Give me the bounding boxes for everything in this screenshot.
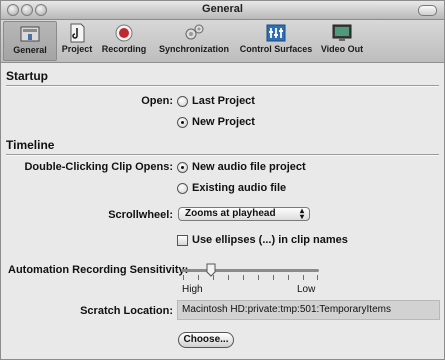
record-icon — [115, 24, 133, 42]
timeline-heading: Timeline — [6, 138, 55, 152]
tab-control-surfaces[interactable]: Control Surfaces — [236, 21, 316, 61]
video-out-icon — [332, 24, 352, 41]
project-icon — [70, 23, 85, 43]
title-bar[interactable]: General — [1, 1, 444, 20]
sync-icon — [185, 24, 204, 40]
slider-tick — [317, 275, 318, 280]
slider-tick — [273, 275, 274, 280]
control-surfaces-icon — [266, 24, 286, 42]
slider-tick — [183, 275, 184, 280]
slider-tick — [243, 275, 244, 280]
startup-heading: Startup — [6, 69, 48, 83]
open-label: Open: — [141, 95, 173, 107]
tab-synchronization[interactable]: Synchronization — [154, 21, 234, 61]
slider-knob[interactable] — [206, 263, 216, 277]
popup-arrows-icon: ▴ ▾ — [299, 206, 304, 221]
slider-track[interactable] — [181, 269, 319, 272]
window-title: General — [202, 3, 243, 15]
tab-general[interactable]: General — [3, 21, 57, 61]
option-last-project-label: Last Project — [192, 95, 255, 107]
scrollwheel-value: Zooms at playhead — [185, 208, 276, 219]
option-new-project-label: New Project — [192, 116, 255, 128]
double-click-label: Double-Clicking Clip Opens: — [24, 161, 173, 173]
radio-last-project[interactable] — [177, 96, 188, 107]
ellipses-checkbox-label: Use ellipses (...) in clip names — [192, 234, 348, 246]
general-icon — [20, 26, 40, 42]
scrollwheel-label: Scrollwheel: — [108, 209, 173, 221]
option-new-audio-file-project-label: New audio file project — [192, 161, 306, 173]
slider-tick — [258, 275, 259, 280]
tab-video-out[interactable]: Video Out — [317, 21, 367, 61]
choose-button[interactable]: Choose... — [178, 332, 234, 348]
slider-tick — [288, 275, 289, 280]
preferences-window: General General Project Recording Synchr… — [0, 0, 445, 360]
tab-recording[interactable]: Recording — [98, 21, 150, 61]
option-existing-audio-file-label: Existing audio file — [192, 182, 287, 194]
slider-tick — [303, 275, 304, 280]
slider-tick — [228, 275, 229, 280]
scrollwheel-popup[interactable]: Zooms at playhead ▴ ▾ — [178, 207, 310, 221]
tab-project[interactable]: Project — [59, 21, 95, 61]
slider-high-label: High — [182, 284, 203, 295]
radio-new-audio-file-project[interactable] — [177, 162, 188, 173]
automation-sensitivity-label: Automation Recording Sensitivity: — [8, 264, 189, 276]
preferences-toolbar: General Project Recording Synchronizatio… — [1, 20, 444, 63]
radio-existing-audio-file[interactable] — [177, 183, 188, 194]
radio-new-project[interactable] — [177, 117, 188, 128]
ellipses-checkbox[interactable] — [177, 235, 188, 246]
scratch-location-field: Macintosh HD:private:tmp:501:TemporaryIt… — [177, 300, 440, 320]
timeline-separator — [6, 154, 439, 156]
scratch-location-label: Scratch Location: — [80, 305, 173, 317]
toolbar-toggle-button[interactable] — [418, 5, 437, 16]
slider-low-label: Low — [297, 284, 316, 295]
startup-separator — [6, 85, 439, 87]
slider-tick — [198, 275, 199, 280]
